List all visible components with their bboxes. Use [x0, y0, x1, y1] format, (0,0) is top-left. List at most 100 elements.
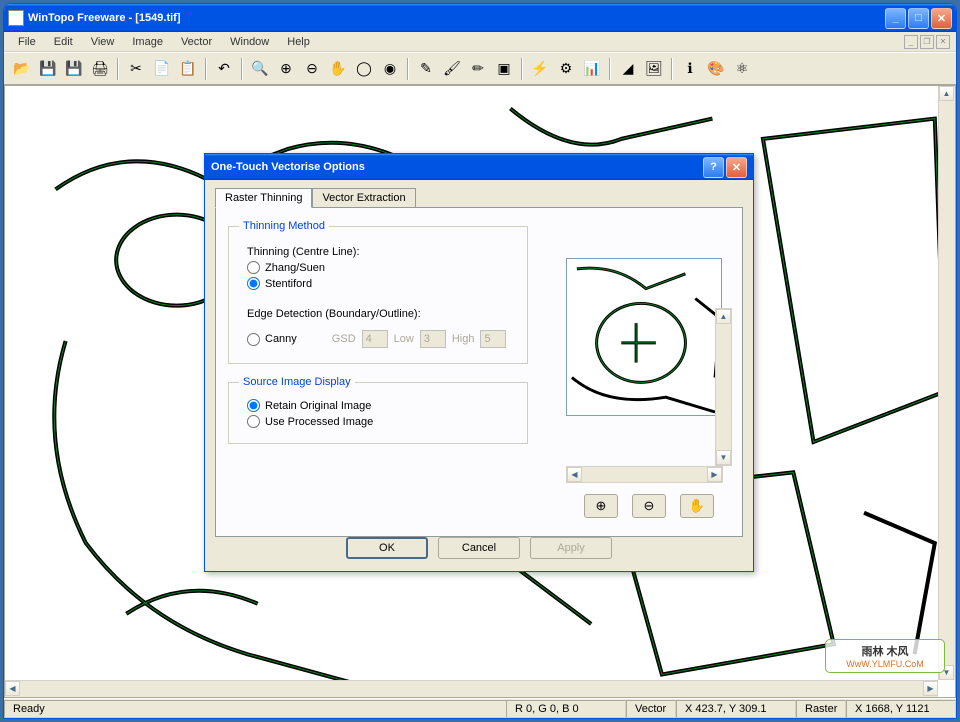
status-raster-coords: X 1668, Y 1121 — [846, 700, 956, 718]
pan-icon[interactable]: ✋ — [326, 57, 350, 81]
high-input — [480, 330, 506, 348]
status-rgb: R 0, G 0, B 0 — [506, 700, 626, 718]
mdi-minimize-button[interactable]: _ — [904, 35, 918, 49]
preview-scroll-right[interactable]: ▶ — [707, 467, 722, 482]
low-label: Low — [394, 333, 414, 345]
window-title: WinTopo Freeware - [1549.tif] — [28, 12, 885, 24]
retain-label: Retain Original Image — [265, 400, 371, 412]
menu-view[interactable]: View — [83, 34, 123, 50]
circle-icon[interactable]: ◯ — [352, 57, 376, 81]
watermark-text: 雨林 木风 — [861, 643, 908, 659]
menu-window[interactable]: Window — [222, 34, 277, 50]
preview-image[interactable] — [566, 258, 722, 416]
radio-canny-input[interactable] — [247, 333, 260, 346]
canny-label: Canny — [265, 333, 297, 345]
vectorise-icon[interactable]: ⚡ — [528, 57, 552, 81]
separator — [671, 58, 673, 80]
open-icon[interactable]: 📂 — [10, 57, 34, 81]
toolbar: 📂 💾 💾 🖨 ✂ 📄 📋 ↶ 🔍 ⊕ ⊖ ✋ ◯ ◉ ✎ 🖌 ✏ ▣ ⚡ ⚙ … — [4, 52, 956, 85]
info-icon[interactable]: ℹ — [678, 57, 702, 81]
status-ready: Ready — [4, 700, 506, 718]
cut-icon[interactable]: ✂ — [124, 57, 148, 81]
options-icon[interactable]: 📊 — [580, 57, 604, 81]
tab-bar: Raster Thinning Vector Extraction — [215, 188, 743, 207]
radio-processed-input[interactable] — [247, 415, 260, 428]
menu-help[interactable]: Help — [279, 34, 318, 50]
separator — [407, 58, 409, 80]
settings-icon[interactable]: ⚛ — [730, 57, 754, 81]
scroll-right-button[interactable]: ▶ — [923, 681, 938, 696]
paste-icon[interactable]: 📋 — [176, 57, 200, 81]
gsd-label: GSD — [332, 333, 356, 345]
tab-vector-extraction[interactable]: Vector Extraction — [312, 188, 415, 207]
radio-retain-input[interactable] — [247, 399, 260, 412]
radio-canny[interactable]: Canny GSD Low High — [247, 330, 517, 348]
copy-icon[interactable]: 📄 — [150, 57, 174, 81]
radio-zhang-suen[interactable]: Zhang/Suen — [247, 261, 517, 274]
palette-icon[interactable]: 🎨 — [704, 57, 728, 81]
help-button[interactable]: ? — [703, 157, 724, 178]
radio-stentiford-input[interactable] — [247, 277, 260, 290]
watermark-url: WwW.YLMFU.CoM — [846, 659, 924, 669]
menubar: File Edit View Image Vector Window Help … — [4, 32, 956, 52]
radio-use-processed[interactable]: Use Processed Image — [247, 415, 517, 428]
menu-image[interactable]: Image — [124, 34, 171, 50]
zoom-icon[interactable]: 🔍 — [248, 57, 272, 81]
target-icon[interactable]: ◉ — [378, 57, 402, 81]
dialog-close-button[interactable]: ✕ — [726, 157, 747, 178]
scroll-left-button[interactable]: ◀ — [5, 681, 20, 696]
mdi-restore-button[interactable]: ❐ — [920, 35, 934, 49]
preview-scroll-left[interactable]: ◀ — [567, 467, 582, 482]
preview-zoom-out-button[interactable]: ⊖ — [632, 494, 666, 518]
separator — [241, 58, 243, 80]
preview-hscroll[interactable]: ◀ ▶ — [566, 466, 723, 483]
preview-vscroll[interactable]: ▲ ▼ — [715, 308, 732, 466]
scroll-up-button[interactable]: ▲ — [939, 86, 954, 101]
cancel-button[interactable]: Cancel — [438, 537, 520, 559]
apply-button[interactable]: Apply — [530, 537, 612, 559]
tab-raster-thinning[interactable]: Raster Thinning — [215, 188, 312, 208]
close-button[interactable]: ✕ — [931, 8, 952, 29]
menu-vector[interactable]: Vector — [173, 34, 220, 50]
radio-retain-original[interactable]: Retain Original Image — [247, 399, 517, 412]
process-icon[interactable]: ⚙ — [554, 57, 578, 81]
brush-icon[interactable]: 🖌 — [440, 57, 464, 81]
edit-icon[interactable]: ✏ — [466, 57, 490, 81]
layer-icon[interactable]: ◢ — [616, 57, 640, 81]
zoom-out-icon[interactable]: ⊖ — [300, 57, 324, 81]
dialog-titlebar[interactable]: One-Touch Vectorise Options ? ✕ — [205, 154, 753, 180]
vertical-scrollbar[interactable]: ▲ ▼ — [938, 86, 955, 680]
zhang-label: Zhang/Suen — [265, 262, 325, 274]
edge-detection-label: Edge Detection (Boundary/Outline): — [247, 308, 517, 320]
radio-zhang-input[interactable] — [247, 261, 260, 274]
low-input — [420, 330, 446, 348]
preview-scroll-up[interactable]: ▲ — [716, 309, 731, 324]
image-icon[interactable]: 🖼 — [642, 57, 666, 81]
mdi-close-button[interactable]: ✕ — [936, 35, 950, 49]
stentiford-label: Stentiford — [265, 278, 312, 290]
minimize-button[interactable]: _ — [885, 8, 906, 29]
menu-file[interactable]: File — [10, 34, 44, 50]
dialog-title: One-Touch Vectorise Options — [211, 161, 701, 173]
separator — [117, 58, 119, 80]
preview-scroll-down[interactable]: ▼ — [716, 450, 731, 465]
source-image-group: Source Image Display Retain Original Ima… — [228, 376, 528, 444]
preview-zoom-in-button[interactable]: ⊕ — [584, 494, 618, 518]
titlebar[interactable]: WinTopo Freeware - [1549.tif] _ □ ✕ — [4, 4, 956, 32]
save-as-icon[interactable]: 💾 — [62, 57, 86, 81]
ok-button[interactable]: OK — [346, 537, 428, 559]
menu-edit[interactable]: Edit — [46, 34, 81, 50]
thinning-legend: Thinning Method — [239, 220, 329, 232]
pencil-icon[interactable]: ✎ — [414, 57, 438, 81]
horizontal-scrollbar[interactable]: ◀ ▶ — [5, 680, 938, 697]
print-icon[interactable]: 🖨 — [88, 57, 112, 81]
maximize-button[interactable]: □ — [908, 8, 929, 29]
undo-icon[interactable]: ↶ — [212, 57, 236, 81]
zoom-in-icon[interactable]: ⊕ — [274, 57, 298, 81]
select-icon[interactable]: ▣ — [492, 57, 516, 81]
high-label: High — [452, 333, 475, 345]
preview-pan-button[interactable]: ✋ — [680, 494, 714, 518]
vectorise-options-dialog: One-Touch Vectorise Options ? ✕ Raster T… — [204, 153, 754, 572]
radio-stentiford[interactable]: Stentiford — [247, 277, 517, 290]
save-icon[interactable]: 💾 — [36, 57, 60, 81]
